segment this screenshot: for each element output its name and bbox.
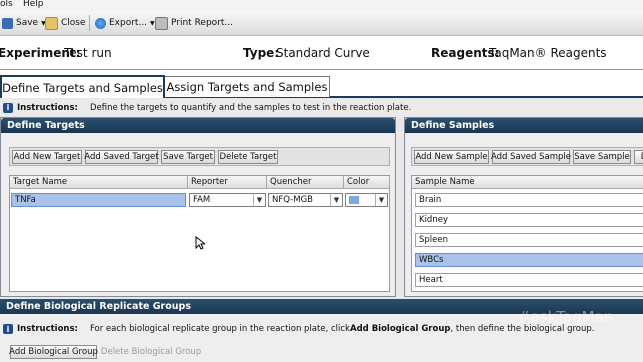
tab-bar: Define Targets and Samples Assign Target… <box>0 70 643 98</box>
folder-icon <box>45 16 58 30</box>
instructions-label: Instructions: <box>17 102 78 113</box>
close-button[interactable]: Close <box>45 16 86 30</box>
print-report-button[interactable]: Print Report... <box>155 16 233 30</box>
sample-row-spleen[interactable]: Spleen <box>415 233 643 247</box>
reporter-value: FAM <box>193 195 211 205</box>
mouse-cursor-icon <box>195 236 205 250</box>
column-header-target-name[interactable]: Target Name <box>10 176 188 189</box>
bio-instructions-bold: Add Biological Group <box>349 324 451 334</box>
define-samples-panel: Define Samples Add New Sample Add Saved … <box>404 117 643 297</box>
color-select[interactable]: ▼ <box>345 193 388 207</box>
column-header-quencher[interactable]: Quencher <box>267 176 344 189</box>
menu-bar: ols Help <box>0 0 643 11</box>
save-target-button[interactable]: Save Target <box>161 150 215 164</box>
add-saved-sample-button[interactable]: Add Saved Sample <box>491 150 571 164</box>
column-header-reporter[interactable]: Reporter <box>188 176 267 189</box>
chevron-down-icon[interactable]: ▼ <box>253 194 265 206</box>
samples-button-bar: Add New Sample Add Saved Sample Save Sam… <box>411 147 643 166</box>
reporter-select[interactable]: FAM ▼ <box>189 193 266 207</box>
add-saved-target-button[interactable]: Add Saved Target <box>84 150 159 164</box>
export-label: Export... <box>109 18 148 28</box>
quencher-value: NFQ-MGB <box>272 195 313 205</box>
toolbar-separator <box>89 15 90 31</box>
print-report-label: Print Report... <box>171 18 233 28</box>
define-targets-panel: Define Targets Add New Target Add Saved … <box>0 117 396 297</box>
menu-help[interactable]: Help <box>23 0 44 9</box>
instructions-bar: i Instructions: Define the targets to qu… <box>0 99 643 116</box>
sample-row-wbcs[interactable]: WBCs <box>415 253 643 267</box>
tab-assign-targets-and-samples[interactable]: Assign Targets and Samples <box>164 76 330 97</box>
chevron-down-icon[interactable]: ▼ <box>375 194 387 206</box>
quencher-select[interactable]: NFQ-MGB ▼ <box>268 193 343 207</box>
info-icon: i <box>3 324 13 334</box>
target-name-cell[interactable]: TNFa <box>11 193 186 207</box>
printer-icon <box>155 16 168 30</box>
save-sample-button[interactable]: Save Sample <box>573 150 631 164</box>
globe-icon <box>95 17 106 29</box>
bio-instructions-prefix: For each biological replicate group in t… <box>89 324 350 334</box>
chevron-down-icon: ▼ <box>150 19 155 27</box>
add-new-target-button[interactable]: Add New Target <box>12 150 82 164</box>
delete-target-button[interactable]: Delete Target <box>218 150 278 164</box>
sample-row-heart[interactable]: Heart <box>415 273 643 287</box>
column-header-sample-name[interactable]: Sample Name <box>412 176 643 189</box>
instructions-text: Define the targets to quantify and the s… <box>89 102 412 113</box>
save-label: Save <box>16 18 39 28</box>
chevron-down-icon[interactable]: ▼ <box>330 194 342 206</box>
watermark: #askTaqMan <box>518 308 614 326</box>
add-new-sample-button[interactable]: Add New Sample <box>414 150 489 164</box>
bio-groups-button-bar: Add Biological Group Delete Biological G… <box>8 343 208 362</box>
save-icon <box>2 17 13 29</box>
sample-row-brain[interactable]: Brain <box>415 193 643 207</box>
define-samples-title: Define Samples <box>405 118 643 133</box>
type-label: Type: <box>243 46 280 60</box>
type-value: Standard Curve <box>276 46 370 60</box>
info-icon: i <box>3 102 13 113</box>
menu-tools[interactable]: ols <box>0 0 13 9</box>
samples-table: Sample Name Brain Kidney Spleen WBCs Hea… <box>411 175 643 292</box>
add-biological-group-button[interactable]: Add Biological Group <box>9 345 98 359</box>
toolbar: Save ▼ Close Export... ▼ Print Report... <box>0 11 643 36</box>
column-header-color[interactable]: Color <box>344 176 390 189</box>
define-targets-title: Define Targets <box>1 118 395 133</box>
sample-row-kidney[interactable]: Kidney <box>415 213 643 227</box>
color-swatch <box>349 196 359 204</box>
save-button[interactable]: Save ▼ <box>2 16 46 30</box>
delete-biological-group-button[interactable]: Delete Biological Group <box>101 345 201 359</box>
experiment-value: Test run <box>64 46 112 60</box>
bio-groups-panel: Define Biological Replicate Groups i Ins… <box>0 299 643 362</box>
bio-instructions-label: Instructions: <box>17 324 78 334</box>
experiment-info-bar: Experiment: Test run Type: Standard Curv… <box>0 36 643 70</box>
reagents-value: TaqMan® Reagents <box>489 46 607 60</box>
targets-button-bar: Add New Target Add Saved Target Save Tar… <box>9 147 390 166</box>
export-button[interactable]: Export... ▼ <box>95 16 155 30</box>
targets-table: Target Name Reporter Quencher Color TNFa… <box>9 175 390 292</box>
tab-define-targets-and-samples[interactable]: Define Targets and Samples <box>0 75 165 98</box>
close-label: Close <box>61 18 86 28</box>
delete-sample-button[interactable]: D <box>634 150 643 164</box>
